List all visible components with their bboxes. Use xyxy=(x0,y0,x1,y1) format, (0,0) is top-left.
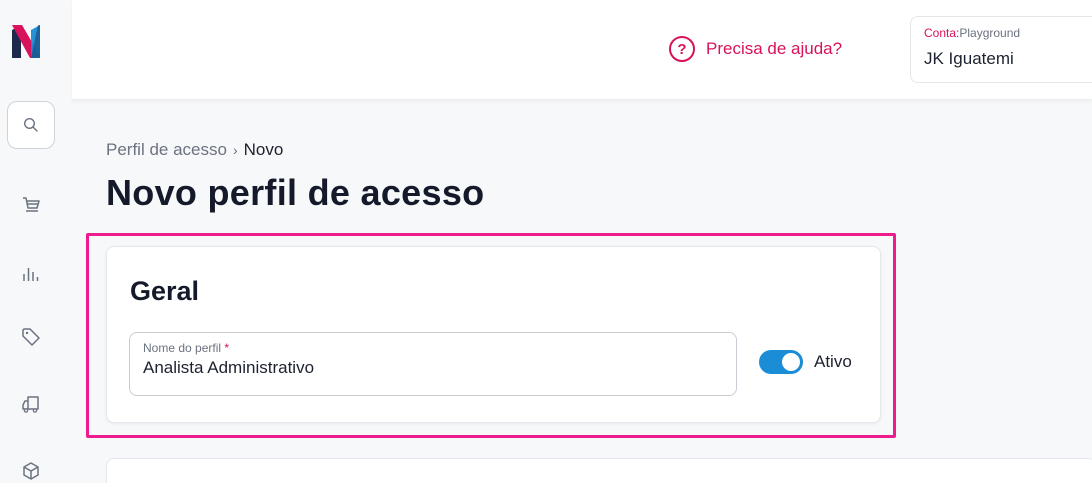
profile-name-label: Nome do perfil * xyxy=(143,341,736,355)
nav-item-reports[interactable] xyxy=(19,261,43,285)
sidebar xyxy=(0,0,72,483)
active-toggle-group: Ativo xyxy=(759,350,852,374)
help-link[interactable]: ? Precisa de ajuda? xyxy=(669,35,842,63)
active-toggle[interactable] xyxy=(759,350,803,374)
nav-item-promotions[interactable] xyxy=(19,325,43,349)
truck-icon xyxy=(22,396,39,413)
account-label-key: Conta: xyxy=(924,26,960,40)
bar-chart-icon xyxy=(23,268,39,281)
search-icon xyxy=(23,117,38,132)
cart-icon xyxy=(23,197,40,212)
logo-icon[interactable] xyxy=(10,22,42,60)
toggle-knob xyxy=(782,353,800,371)
account-selector[interactable]: Conta:Playground JK Iguatemi xyxy=(910,16,1092,83)
account-name: JK Iguatemi xyxy=(924,49,1014,68)
breadcrumb-parent[interactable]: Perfil de acesso xyxy=(106,140,227,159)
next-section-card xyxy=(106,458,1092,483)
top-bar: ? Precisa de ajuda? Conta:Playground JK … xyxy=(72,0,1092,100)
nav-item-delivery[interactable] xyxy=(19,392,43,416)
profile-name-label-text: Nome do perfil xyxy=(143,341,222,355)
general-section-card: Geral Nome do perfil * Ativo xyxy=(106,246,881,423)
nav-item-products[interactable] xyxy=(19,459,43,483)
page-title: Novo perfil de acesso xyxy=(106,172,485,213)
help-icon: ? xyxy=(669,36,695,62)
breadcrumb-separator: › xyxy=(232,142,238,158)
search-button[interactable] xyxy=(7,101,55,149)
active-toggle-label: Ativo xyxy=(814,352,852,371)
breadcrumb-current: Novo xyxy=(243,140,284,159)
account-label-value: Playground xyxy=(959,26,1021,40)
help-label: Precisa de ajuda? xyxy=(706,39,843,58)
profile-name-input[interactable] xyxy=(143,358,703,378)
nav-item-cart[interactable] xyxy=(19,193,43,217)
section-title: Geral xyxy=(130,276,200,306)
breadcrumb: Perfil de acesso › Novo xyxy=(106,140,283,160)
profile-name-field[interactable]: Nome do perfil * xyxy=(129,332,737,396)
required-mark: * xyxy=(224,341,230,355)
tag-icon xyxy=(22,328,40,346)
account-label: Conta:Playground xyxy=(924,26,1092,40)
box-icon xyxy=(23,462,39,480)
